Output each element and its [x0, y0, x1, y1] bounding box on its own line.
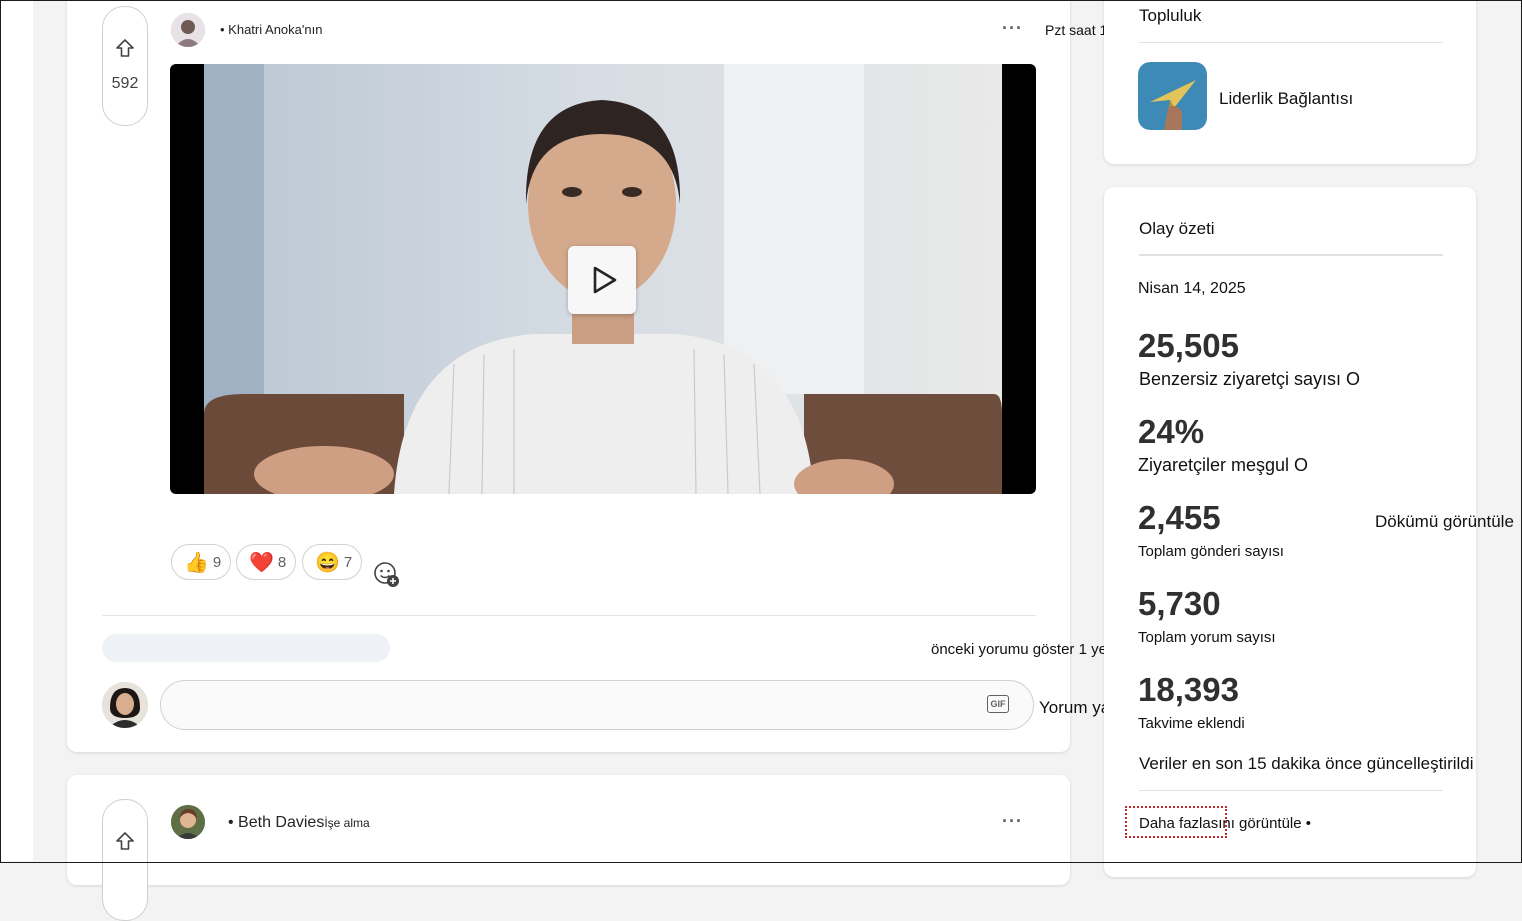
upvote-control[interactable]: 592 — [102, 6, 148, 126]
unique-visitors-label: Benzersiz ziyaretçi sayısı O — [1139, 369, 1361, 389]
upvote-count: 592 — [111, 75, 139, 92]
added-to-calendar-label: Takvime eklendi — [1138, 715, 1245, 732]
comment-skeleton — [102, 634, 390, 662]
community-logo[interactable] — [1138, 62, 1207, 130]
unique-visitors-value: 25,505 — [1138, 327, 1239, 364]
comment-input[interactable]: GIF — [160, 680, 1034, 730]
event-date: Nisan 14, 2025 — [1138, 280, 1246, 297]
add-reaction-icon[interactable] — [373, 561, 401, 589]
person-photo-icon — [171, 805, 205, 839]
left-margin — [1, 1, 33, 861]
reaction-like[interactable]: 👍 9 — [171, 544, 231, 580]
event-summary-footer-divider — [1139, 790, 1443, 791]
total-comments-label: Toplam yorum sayısı — [1138, 629, 1276, 646]
post-author[interactable]: • Khatri Anoka'nın — [220, 22, 322, 37]
community-title: Topluluk — [1139, 6, 1202, 25]
laugh-icon: 😄 — [315, 551, 340, 574]
author-role: İşe alma — [324, 816, 370, 830]
upvote-control[interactable] — [102, 799, 148, 921]
reaction-count: 8 — [277, 553, 287, 571]
last-updated-text: Veriler en son 15 dakika önce güncelleşt… — [1139, 754, 1474, 773]
more-options-icon[interactable]: ··· — [1002, 811, 1023, 832]
video-player[interactable] — [170, 64, 1036, 494]
author-name: • Beth Davies — [228, 814, 325, 831]
community-name[interactable]: Liderlik Bağlantısı — [1219, 89, 1353, 109]
engaged-visitors-label: Ziyaretçiler meşgul O — [1138, 455, 1309, 475]
upvote-arrow-icon[interactable] — [114, 830, 136, 852]
added-to-calendar-value: 18,393 — [1138, 671, 1239, 708]
thumbs-up-icon: 👍 — [184, 551, 209, 574]
author-avatar[interactable] — [171, 13, 205, 47]
post-card: • Beth Daviesİşe alma ··· — [67, 775, 1070, 921]
gif-icon[interactable]: GIF — [987, 695, 1009, 713]
person-photo-icon — [171, 13, 205, 47]
show-previous-comments-link[interactable]: önceki yorumu göster 1 yeni 3 — [931, 641, 1131, 658]
reaction-count: 9 — [212, 553, 222, 571]
current-user-avatar — [102, 682, 148, 728]
more-options-icon[interactable]: ··· — [1002, 18, 1023, 39]
engaged-visitors-value: 24% — [1138, 413, 1205, 450]
total-posts-label: Toplam gönderi sayısı — [1138, 543, 1284, 560]
view-more-link[interactable]: Daha fazlasını görüntüle • — [1139, 815, 1311, 832]
reaction-count: 7 — [343, 553, 353, 571]
heart-icon: ❤️ — [249, 551, 274, 574]
post-divider — [102, 615, 1036, 616]
community-divider — [1139, 42, 1443, 43]
view-breakdown-link[interactable]: Dökümü görüntüle — [1375, 512, 1514, 532]
event-summary-divider — [1139, 254, 1443, 256]
play-icon — [593, 266, 617, 294]
reaction-heart[interactable]: ❤️ 8 — [236, 544, 296, 580]
play-button[interactable] — [568, 246, 636, 314]
post-card: 592 • Khatri Anoka'nın ··· 👍 9 ❤️ 8 😄 7 … — [67, 0, 1070, 752]
person-photo-icon — [102, 682, 148, 728]
post-author[interactable]: • Beth Daviesİşe alma — [228, 814, 370, 832]
author-avatar[interactable] — [171, 805, 205, 839]
paper-plane-icon — [1138, 62, 1207, 130]
total-posts-value: 2,455 — [1138, 499, 1221, 536]
event-summary-title: Olay özeti — [1139, 219, 1215, 238]
reaction-laugh[interactable]: 😄 7 — [302, 544, 362, 580]
total-comments-value: 5,730 — [1138, 585, 1221, 622]
upvote-arrow-icon[interactable] — [114, 37, 136, 59]
